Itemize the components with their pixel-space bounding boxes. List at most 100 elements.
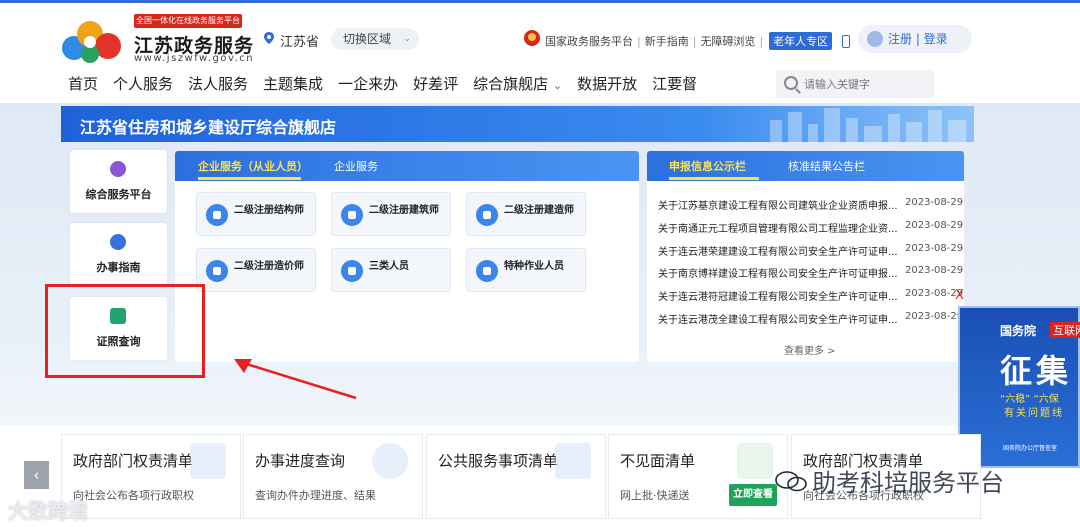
highlight-box [45, 284, 205, 378]
nav-one-enterprise[interactable]: 一企来办 [338, 73, 398, 94]
city-skyline-decoration [770, 108, 966, 142]
nav-open-data[interactable]: 数据开放 [577, 73, 637, 94]
nav-legal-person[interactable]: 法人服务 [188, 73, 248, 94]
platform-icon [110, 161, 126, 177]
nav-rating[interactable]: 好差评 [413, 73, 458, 94]
card-power-list[interactable]: 政府部门权责清单 向社会公布各项行政职权 [61, 434, 241, 519]
service-label: 二级注册造价师 [234, 261, 304, 272]
card-public-service-list[interactable]: 公共服务事项清单 [426, 434, 606, 519]
top-link-national-platform[interactable]: 国家政务服务平台 [545, 33, 633, 49]
document-edit-icon [555, 443, 591, 479]
close-ad-button[interactable]: X [955, 288, 964, 303]
active-tab-indicator [198, 177, 301, 180]
card-title: 政府部门权责清单 [73, 452, 194, 470]
notice-row[interactable]: 关于连云港符冠建设工程有限公司安全生产许可证申... 2023-08-29 [658, 288, 963, 304]
side-item-guide[interactable]: 办事指南 [70, 223, 167, 286]
active-tab-indicator [669, 177, 759, 180]
notice-row[interactable]: 关于连云港茂全建设工程有限公司安全生产许可证申... 2023-08-29 [658, 311, 963, 327]
notice-date: 2023-08-29 [905, 220, 964, 231]
chevron-down-icon: ⌄ [403, 34, 411, 44]
switch-region-label: 切换区域 [343, 32, 392, 46]
service-special-operations[interactable]: 特种作业人员 [466, 248, 586, 292]
ad-org: 国务院 [1000, 324, 1037, 338]
switch-region-button[interactable]: 切换区域 ⌄ [331, 28, 419, 50]
notice-date: 2023-08-29 [905, 265, 964, 276]
service-cost-engineer[interactable]: 二级注册造价师 [196, 248, 316, 292]
search-input[interactable] [804, 75, 924, 93]
nav-theme[interactable]: 主题集成 [263, 73, 323, 94]
top-accent-line [0, 0, 1080, 3]
service-architect[interactable]: 二级注册建筑师 [331, 192, 451, 236]
nav-flagship-label: 综合旗舰店 [473, 75, 549, 93]
login-register-button[interactable]: 注册 | 登录 [858, 25, 972, 53]
ad-footer: 国务院办公厅督查室 [1003, 445, 1058, 452]
notice-row[interactable]: 关于连云港荣建建设工程有限公司安全生产许可证申... 2023-08-29 [658, 243, 963, 259]
notice-title: 关于南京博祥建设工程有限公司安全生产许可证申报... [658, 269, 898, 280]
site-logo-icon[interactable] [60, 14, 128, 66]
tab-enterprise-practitioners[interactable]: 企业服务（从业人员） [198, 158, 308, 174]
search-icon[interactable] [784, 76, 798, 90]
logo-tag: 全国一体化在线政务服务平台 [134, 14, 242, 28]
card-title: 不见面清单 [620, 452, 696, 470]
nav-personal[interactable]: 个人服务 [113, 73, 173, 94]
separator: | [637, 34, 641, 48]
card-title: 办事进度查询 [255, 452, 346, 470]
wechat-icon [775, 471, 807, 492]
carousel-prev-button[interactable]: ‹ [24, 461, 49, 489]
notice-title: 关于江苏基京建设工程有限公司建筑业企业资质申报... [658, 201, 898, 212]
magnifier-icon [372, 443, 408, 479]
view-now-button[interactable]: 立即查看 [729, 484, 777, 506]
mobile-phone-icon[interactable] [842, 34, 851, 48]
notice-title: 关于连云港荣建建设工程有限公司安全生产许可证申... [658, 247, 898, 258]
annotation-arrow-icon [234, 359, 357, 400]
nav-home[interactable]: 首页 [68, 73, 98, 94]
service-icon [206, 260, 228, 282]
nav-flagship[interactable]: 综合旗舰店 ⌄ [473, 73, 562, 94]
elder-zone-link[interactable]: 老年人专区 [769, 32, 833, 50]
card-progress-query[interactable]: 办事进度查询 查询办件办理进度、结果 [243, 434, 423, 519]
service-icon [341, 204, 363, 226]
service-icon [476, 260, 498, 282]
tab-enterprise-services[interactable]: 企业服务 [334, 158, 378, 174]
notice-row[interactable]: 关于江苏基京建设工程有限公司建筑业企业资质申报... 2023-08-29 [658, 197, 963, 213]
login-register-label: 注册 | 登录 [888, 32, 948, 46]
service-label: 三类人员 [369, 261, 409, 272]
service-icon [206, 204, 228, 226]
notice-row[interactable]: 关于南京博祥建设工程有限公司安全生产许可证申报... 2023-08-29 [658, 265, 963, 281]
service-structural-engineer[interactable]: 二级注册结构师 [196, 192, 316, 236]
notice-title: 关于连云港符冠建设工程有限公司安全生产许可证申... [658, 292, 898, 303]
top-link-accessibility[interactable]: 无障碍浏览 [700, 33, 755, 49]
ad-tag: 互联网 [1050, 322, 1080, 338]
user-avatar-icon [867, 31, 883, 47]
site-domain: www.jszwfw.gov.cn [134, 53, 255, 64]
side-item-label: 办事指南 [96, 261, 141, 274]
service-label: 二级注册结构师 [234, 205, 304, 216]
nav-supervision[interactable]: 江要督 [652, 73, 697, 94]
notice-date: 2023-08-29 [905, 197, 964, 208]
service-constructor[interactable]: 二级注册建造师 [466, 192, 586, 236]
separator: | [692, 34, 697, 48]
store-title: 江苏省住房和城乡建设厅综合旗舰店 [80, 118, 337, 137]
watermark-left: 大数跨境 [8, 499, 88, 523]
top-link-beginner-guide[interactable]: 新手指南 [645, 33, 689, 49]
watermark-right: 助考科培服务平台 [812, 469, 1004, 497]
tab-application-notices[interactable]: 申报信息公示栏 [669, 158, 746, 174]
search-box [776, 70, 934, 98]
service-three-personnel[interactable]: 三类人员 [331, 248, 451, 292]
notice-title: 关于连云港茂全建设工程有限公司安全生产许可证申... [658, 315, 898, 326]
compass-icon [110, 234, 126, 250]
side-item-service-platform[interactable]: 综合服务平台 [70, 150, 167, 213]
notice-date: 2023-08-29 [905, 311, 964, 322]
view-more-link[interactable]: 查看更多 > [784, 342, 836, 357]
card-no-meeting-list[interactable]: 不见面清单 网上批·快递送 [608, 434, 788, 519]
notice-title: 关于南通正元工程项目管理有限公司工程监理企业资... [658, 224, 898, 235]
ad-line-1: “六稳” “六保 [1000, 394, 1059, 405]
top-links: 国家政务服务平台 | 新手指南 | 无障碍浏览 | 老年人专区 [545, 32, 851, 50]
notice-date: 2023-08-29 [905, 243, 964, 254]
notice-row[interactable]: 关于南通正元工程项目管理有限公司工程监理企业资... 2023-08-29 [658, 220, 963, 236]
chevron-down-icon: ⌄ [552, 79, 563, 92]
card-desc: 向社会公布各项行政职权 [73, 489, 194, 502]
side-item-label: 综合服务平台 [85, 188, 152, 201]
tab-approval-results[interactable]: 核准结果公告栏 [788, 158, 865, 174]
service-label: 二级注册建造师 [504, 205, 574, 216]
